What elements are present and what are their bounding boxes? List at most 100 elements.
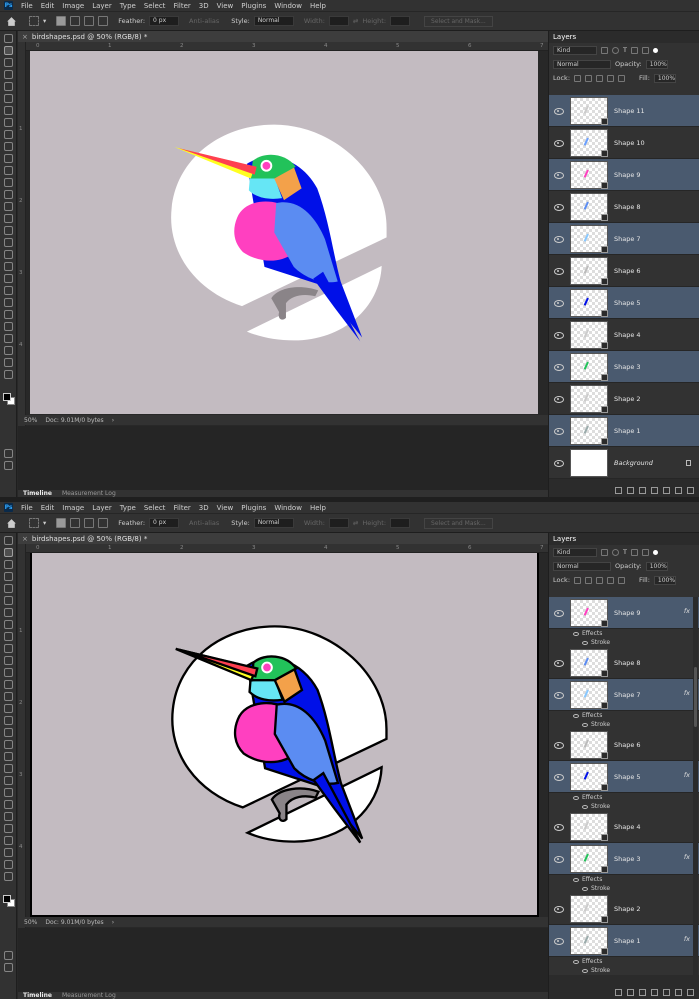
filter-toggle-icon[interactable] (652, 549, 658, 555)
kind-filter-select[interactable]: Kind (553, 547, 597, 557)
bird-illustration[interactable] (32, 553, 537, 915)
layer-name[interactable]: Shape 8 (614, 203, 641, 211)
preset-chevron-icon[interactable]: ▾ (43, 17, 46, 25)
stroke-effect-row[interactable]: Stroke (549, 638, 699, 647)
canvas-area[interactable] (26, 51, 548, 426)
photoshop-logo-icon[interactable]: Ps (4, 503, 13, 512)
layer-row[interactable]: Shape 11 (549, 95, 699, 127)
convert-point-icon[interactable] (3, 788, 13, 797)
new-group-icon[interactable] (663, 486, 670, 494)
new-layer-icon[interactable] (675, 486, 682, 494)
hand-tool-icon[interactable] (3, 346, 13, 355)
layer-row[interactable]: Shape 6 (549, 255, 699, 287)
tab-measurement-log[interactable]: Measurement Log (62, 992, 116, 999)
object-select-tool-icon[interactable] (3, 70, 13, 79)
visibility-eye-icon[interactable] (553, 363, 564, 371)
eraser-tool-icon[interactable] (3, 668, 13, 677)
curvature-pen-icon[interactable] (3, 740, 13, 749)
delete-layer-icon[interactable] (687, 988, 694, 996)
visibility-eye-icon[interactable] (553, 459, 564, 467)
menu-item[interactable]: Plugins (241, 504, 266, 512)
height-input[interactable] (390, 518, 411, 528)
layers-tab[interactable]: Layers (549, 31, 699, 43)
subtract-selection-icon[interactable] (84, 16, 95, 26)
stamp-tool-icon[interactable] (3, 644, 13, 653)
link-layers-icon[interactable] (615, 988, 622, 996)
lasso-tool-icon[interactable] (3, 560, 13, 569)
effects-visibility-icon[interactable] (573, 877, 579, 882)
direct-select-icon[interactable] (3, 310, 13, 319)
brush-tool-icon[interactable] (3, 130, 13, 139)
anchor-delete-icon[interactable] (3, 274, 13, 283)
layer-effects-icon[interactable]: fx (684, 853, 690, 861)
visibility-eye-icon[interactable] (553, 203, 564, 211)
layer-thumbnail[interactable] (570, 448, 608, 477)
antialias-checkbox[interactable]: Anti-alias (189, 519, 219, 527)
layer-row[interactable]: Shape 9 fx (549, 597, 699, 629)
menu-item[interactable]: Window (274, 2, 302, 10)
photoshop-logo-icon[interactable]: Ps (4, 1, 13, 10)
pixel-filter-icon[interactable] (601, 548, 608, 556)
menu-item[interactable]: View (217, 2, 234, 10)
canvas-area[interactable] (26, 553, 548, 928)
smart-filter-icon[interactable] (641, 46, 649, 54)
pen-variant-icon[interactable] (3, 728, 13, 737)
lock-transparent-icon[interactable] (574, 576, 582, 584)
layer-row[interactable]: Shape 8 (549, 647, 699, 679)
subtract-selection-icon[interactable] (84, 518, 95, 528)
link-layers-icon[interactable] (615, 486, 622, 494)
visibility-eye-icon[interactable] (553, 609, 564, 617)
shape-tool-icon[interactable] (3, 824, 13, 833)
layer-thumbnail[interactable] (570, 128, 608, 157)
new-group-icon[interactable] (663, 988, 670, 996)
stroke-visibility-icon[interactable] (582, 886, 588, 891)
layer-thumbnail[interactable] (570, 894, 608, 923)
document-tab[interactable]: × birdshapes.psd @ 50% (RGB/8) * (18, 31, 548, 42)
hand-tool-icon[interactable] (3, 848, 13, 857)
gradient-tool-icon[interactable] (3, 680, 13, 689)
lock-transparent-icon[interactable] (574, 74, 582, 82)
layer-thumbnail[interactable] (570, 648, 608, 677)
visibility-eye-icon[interactable] (553, 427, 564, 435)
visibility-eye-icon[interactable] (553, 659, 564, 667)
stroke-visibility-icon[interactable] (582, 722, 588, 727)
menu-item[interactable]: Type (120, 2, 136, 10)
layer-thumbnail[interactable] (570, 844, 608, 873)
convert-point-icon[interactable] (3, 286, 13, 295)
dodge-tool-icon[interactable] (3, 202, 13, 211)
layer-name[interactable]: Shape 3 (614, 855, 641, 863)
marquee-tool-icon[interactable] (3, 548, 13, 557)
layer-effects-icon[interactable]: fx (684, 607, 690, 615)
lock-all-icon[interactable] (618, 576, 626, 584)
layer-thumbnail[interactable] (570, 256, 608, 285)
visibility-eye-icon[interactable] (553, 395, 564, 403)
add-mask-icon[interactable] (639, 486, 646, 494)
tab-timeline[interactable]: Timeline (23, 992, 52, 999)
layer-row[interactable]: Shape 5 (549, 287, 699, 319)
pixel-filter-icon[interactable] (601, 46, 608, 54)
layer-row[interactable]: Shape 2 (549, 383, 699, 415)
intersect-selection-icon[interactable] (98, 16, 109, 26)
close-tab-icon[interactable]: × (22, 535, 28, 543)
menu-item[interactable]: Help (310, 504, 326, 512)
stroke-effect-row[interactable]: Stroke (549, 966, 699, 975)
blur-tool-icon[interactable] (3, 692, 13, 701)
menu-item[interactable]: Layer (92, 2, 112, 10)
screen-mode-icon[interactable] (3, 461, 13, 470)
menu-item[interactable]: Select (144, 504, 166, 512)
layer-name[interactable]: Shape 2 (614, 395, 641, 403)
stroke-visibility-icon[interactable] (582, 640, 588, 645)
menu-item[interactable]: Layer (92, 504, 112, 512)
visibility-eye-icon[interactable] (553, 823, 564, 831)
menu-item[interactable]: Window (274, 504, 302, 512)
lock-position-icon[interactable] (596, 74, 604, 82)
width-input[interactable] (328, 16, 349, 26)
object-select-tool-icon[interactable] (3, 572, 13, 581)
crop-tool-icon[interactable] (3, 584, 13, 593)
eyedropper-tool-icon[interactable] (3, 608, 13, 617)
lock-pixels-icon[interactable] (585, 576, 593, 584)
layer-thumbnail[interactable] (570, 192, 608, 221)
eraser-tool-icon[interactable] (3, 166, 13, 175)
new-layer-icon[interactable] (675, 988, 682, 996)
layer-row[interactable]: Background (549, 447, 699, 479)
